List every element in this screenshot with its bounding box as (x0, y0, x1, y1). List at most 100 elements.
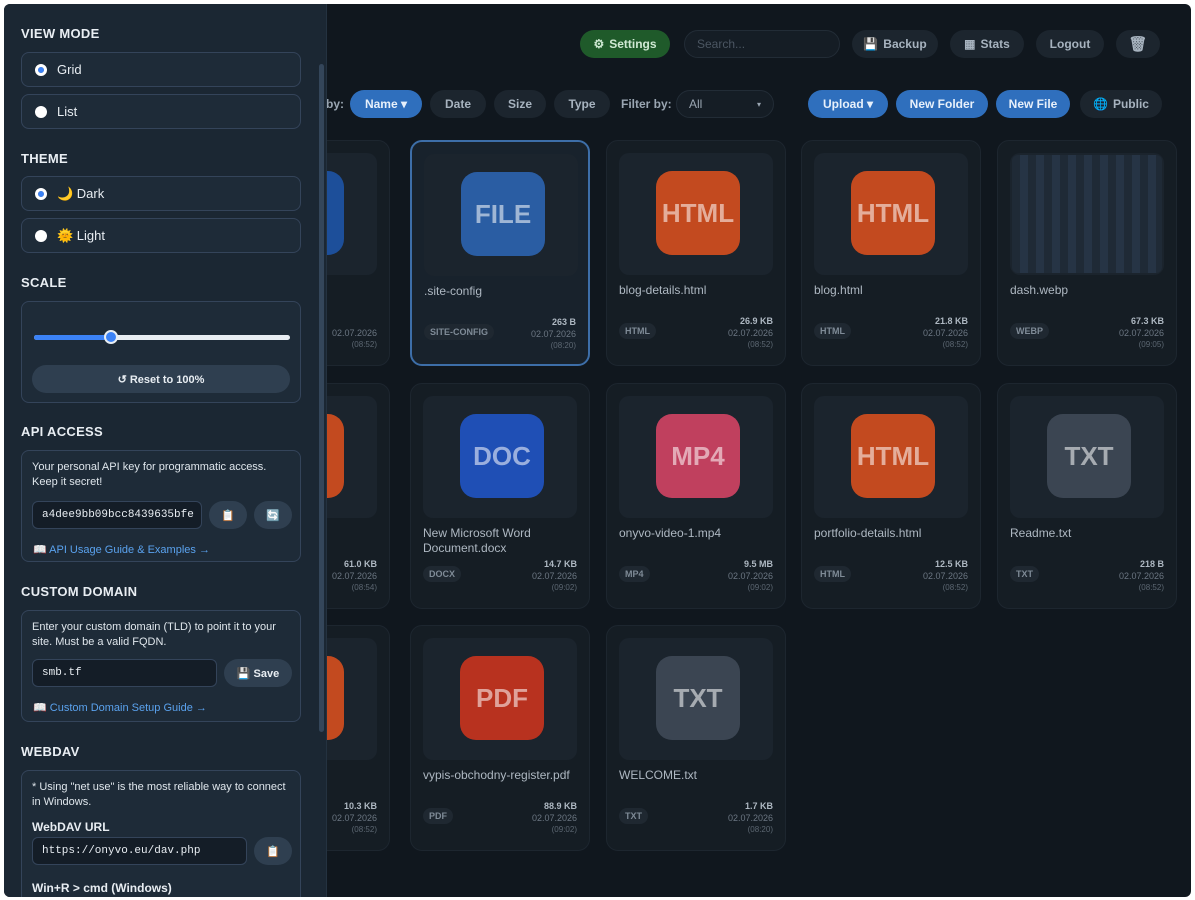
scale-slider[interactable] (34, 330, 290, 344)
panel-scrollbar[interactable] (319, 64, 324, 732)
file-type-icon: DOC (460, 414, 544, 498)
chevron-down-icon: ▾ (756, 99, 761, 109)
file-badge-text: HTML (856, 197, 930, 228)
theme-dark-option[interactable]: 🌙 Dark (21, 176, 301, 211)
new-file-button[interactable]: New File (996, 90, 1070, 118)
sort-date-button[interactable]: Date (430, 90, 486, 118)
file-time: (08:52) (747, 340, 773, 349)
file-time: (08:52) (351, 340, 377, 349)
file-type-icon: HTML (851, 414, 935, 498)
reset-scale-button[interactable]: ↺ Reset to 100% (32, 365, 290, 393)
app-window: ⚙ Settings Search... 💾 Backup ▦ Stats Logou… (4, 4, 1191, 897)
file-thumbnail (1010, 153, 1164, 275)
scale-slider-fill (34, 335, 111, 340)
api-box: Your personal API key for programmatic a… (21, 450, 301, 562)
file-size: 61.0 KB (343, 559, 377, 569)
public-button[interactable]: 🌐 Public (1080, 90, 1162, 118)
file-card[interactable]: HTML blog-details.html HTML 26.9 KB 02.07.20… (606, 140, 786, 366)
file-card[interactable]: PDF vypis-obchodny-register.pdf PDF 88.9 KB… (410, 625, 590, 851)
clipboard-icon: 📋 (221, 509, 235, 522)
domain-save-button[interactable]: 💾 Save (224, 659, 292, 687)
filter-value: All (689, 97, 703, 111)
file-type-icon: PDF (460, 656, 544, 740)
file-name: vypis-obchodny-register.pdf (423, 768, 570, 782)
view-list-option[interactable]: List (21, 94, 301, 129)
file-card[interactable]: DOC New Microsoft Word Document.docx DOCX 1… (410, 383, 590, 609)
file-card[interactable]: TXT Readme.txt TXT 218 B 02.07.2026 (08:52) (997, 383, 1177, 609)
regenerate-api-key-button[interactable]: 🔄 (254, 501, 292, 529)
file-name: portfolio-details.html (814, 526, 922, 540)
api-guide-link[interactable]: 📖 API Usage Guide & Examples → (33, 543, 210, 556)
file-name: New Microsoft Word Document.docx (423, 526, 531, 555)
file-type-tag: PDF (423, 808, 453, 824)
file-type-icon: HTML (851, 171, 935, 255)
domain-input[interactable]: smb.tf (32, 659, 217, 687)
copy-api-key-button[interactable]: 📋 (209, 501, 247, 529)
theme-light-option[interactable]: 🌞 Light (21, 218, 301, 253)
theme-heading: THEME (21, 151, 68, 166)
file-thumbnail: HTML (814, 396, 968, 518)
sort-size-button[interactable]: Size (494, 90, 546, 118)
sort-name-button[interactable]: Name ▾ (350, 90, 422, 118)
file-size: 9.5 MB (743, 559, 773, 569)
file-date: 02.07.2026 (331, 813, 377, 823)
file-size: 12.5 KB (934, 559, 968, 569)
file-card[interactable]: FILE .site-config SITE-CONFIG 263 B 02.07.20… (410, 140, 590, 366)
file-type-tag: HTML (814, 323, 851, 339)
webdav-url-field[interactable]: https://onyvo.eu/dav.php (32, 837, 247, 865)
file-date: 02.07.2026 (922, 571, 968, 581)
backup-label: Backup (883, 37, 927, 51)
file-date: 02.07.2026 (1118, 571, 1164, 581)
file-thumbnail: MP4 (619, 396, 773, 518)
domain-box: Enter your custom domain (TLD) to point … (21, 610, 301, 722)
logout-button[interactable]: Logout (1036, 30, 1104, 58)
file-type-tag: SITE-CONFIG (424, 324, 494, 340)
upload-button[interactable]: Upload ▾ (808, 90, 888, 118)
file-card[interactable]: MP4 onyvo-video-1.mp4 MP4 9.5 MB 02.07.2026 (… (606, 383, 786, 609)
view-grid-option[interactable]: Grid (21, 52, 301, 87)
file-size: 21.8 KB (934, 316, 968, 326)
file-card[interactable]: HTML blog.html HTML 21.8 KB 02.07.2026 (08:52… (801, 140, 981, 366)
file-type-icon: TXT (656, 656, 740, 740)
file-card[interactable]: TXT WELCOME.txt TXT 1.7 KB 02.07.2026 (08:20) (606, 625, 786, 851)
webdav-cmd-label: Win+R > cmd (Windows) (32, 881, 172, 895)
radio-selected-icon (35, 187, 47, 200)
settings-button[interactable]: ⚙ Settings (580, 30, 670, 58)
custom-domain-heading: CUSTOM DOMAIN (21, 584, 138, 599)
file-thumbnail: TXT (619, 638, 773, 760)
chart-icon: ▦ (964, 37, 976, 51)
file-size: 67.3 KB (1130, 316, 1164, 326)
webdav-heading: WEBDAV (21, 744, 80, 759)
file-time: (08:52) (351, 825, 377, 834)
trash-icon: 🗑 (1128, 36, 1148, 53)
view-list-label: List (57, 104, 78, 119)
sort-type-button[interactable]: Type (554, 90, 610, 118)
file-type-tag: WEBP (1010, 323, 1049, 339)
file-thumbnail: PDF (423, 638, 577, 760)
file-card[interactable]: dash.webp WEBP 67.3 KB 02.07.2026 (09:05) (997, 140, 1177, 366)
new-folder-button[interactable]: New Folder (896, 90, 988, 118)
file-name: WELCOME.txt (619, 768, 698, 782)
domain-guide-link[interactable]: 📖 Custom Domain Setup Guide → (33, 701, 207, 714)
search-placeholder: Search... (697, 37, 746, 51)
stats-button[interactable]: ▦ Stats (950, 30, 1024, 58)
file-size: 88.9 KB (543, 801, 577, 811)
filter-by-label: Filter by: (621, 97, 672, 111)
file-badge-text: HTML (661, 197, 735, 228)
backup-button[interactable]: 💾 Backup (852, 30, 938, 58)
file-date: 02.07.2026 (727, 813, 773, 823)
file-date: 02.07.2026 (1118, 328, 1164, 338)
theme-light-label: 🌞 Light (57, 227, 105, 243)
file-type-tag: TXT (1010, 566, 1039, 582)
filter-select[interactable]: All ▾ (676, 90, 774, 118)
file-type-icon: FILE (461, 172, 545, 256)
file-name: onyvo-video-1.mp4 (619, 526, 722, 540)
settings-panel: VIEW MODE Grid List THEME 🌙 Dark 🌞 Light… (4, 4, 327, 897)
api-key-field[interactable]: a4dee9bb09bcc8439635bfe (32, 501, 202, 529)
file-type-tag: DOCX (423, 566, 462, 582)
trash-button[interactable]: 🗑 (1116, 30, 1160, 58)
search-input[interactable]: Search... (684, 30, 840, 58)
file-card[interactable]: HTML portfolio-details.html HTML 12.5 KB 02.… (801, 383, 981, 609)
scale-slider-handle[interactable] (103, 330, 118, 344)
copy-webdav-url-button[interactable]: 📋 (254, 837, 292, 865)
